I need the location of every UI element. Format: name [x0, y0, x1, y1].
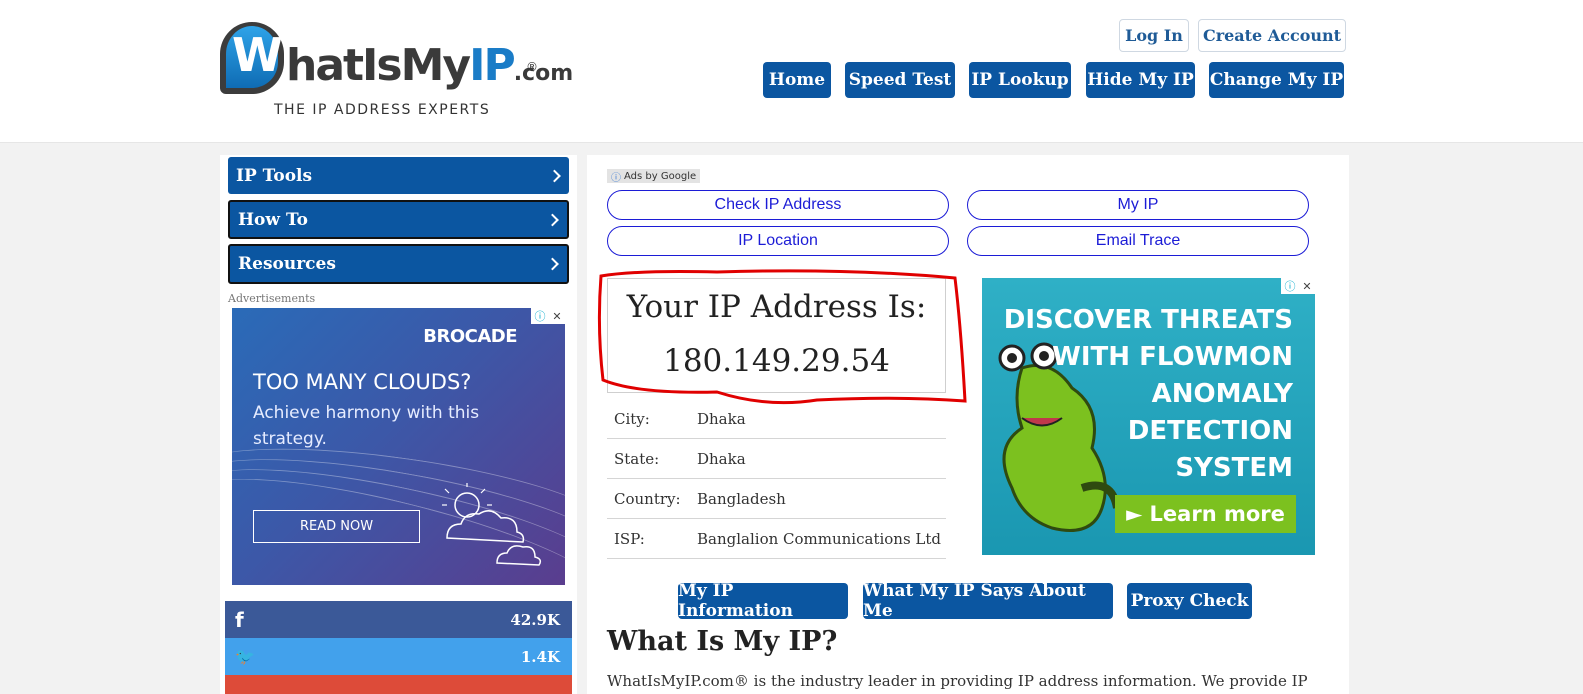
info-icon: ⓘ	[611, 172, 621, 184]
chevron-right-icon	[546, 213, 559, 226]
facebook-share-count: 42.9K	[510, 610, 560, 629]
ad-choices[interactable]: ⓘ ✕	[531, 308, 565, 324]
sun-cloud-icon	[442, 483, 542, 566]
info-row-isp: ISP: Banglalion Communications Ltd	[607, 519, 946, 559]
brocade-ad[interactable]: ⓘ ✕ BROCADE TOO MANY CLOUDS? Achieve har…	[232, 308, 565, 585]
ad-headline: DISCOVER THREATS WITH FLOWMON ANOMALY DE…	[1003, 305, 1293, 483]
info-row-city: City: Dhaka	[607, 399, 946, 439]
info-row-country: Country: Bangladesh	[607, 479, 946, 519]
what-my-ip-says-button[interactable]: What My IP Says About Me	[863, 581, 1113, 621]
ip-address-value[interactable]: 180.149.29.54	[608, 343, 945, 379]
ad-read-now-button[interactable]: READ NOW	[253, 510, 420, 543]
sidebar-item-how-to[interactable]: How To	[228, 200, 569, 239]
section-title: What Is My IP?	[607, 626, 838, 657]
create-account-button[interactable]: Create Account	[1198, 19, 1346, 52]
ad-body: Achieve harmony with this strategy.	[253, 403, 480, 449]
ads-by-google[interactable]: ⓘ Ads by Google	[607, 169, 701, 184]
site-header: W hatIsMyIP.com ® THE IP ADDRESS EXPERTS…	[0, 0, 1583, 143]
my-ip-information-button[interactable]: My IP Information	[678, 581, 848, 621]
nav-speed-test[interactable]: Speed Test	[845, 62, 955, 98]
proxy-check-button[interactable]: Proxy Check	[1127, 583, 1252, 619]
sidebar-item-label: IP Tools	[236, 165, 313, 186]
section-text: WhatIsMyIP.com® is the industry leader i…	[607, 672, 1308, 690]
main-content: ⓘ Ads by Google Check IP Address My IP I…	[587, 155, 1349, 694]
ip-info-table: City: Dhaka State: Dhaka Country: Bangla…	[607, 399, 946, 559]
twitter-share-bar[interactable]: 🐦 1.4K	[225, 638, 572, 675]
facebook-share-bar[interactable]: f 42.9K	[225, 601, 572, 638]
chevron-right-icon	[546, 257, 559, 271]
logo-registered-mark: ®	[526, 60, 538, 74]
sidebar: IP Tools How To Resources Advertisements…	[220, 155, 577, 694]
link-check-ip-address[interactable]: Check IP Address	[607, 190, 949, 220]
nav-ip-lookup[interactable]: IP Lookup	[969, 62, 1071, 98]
ad-info-icon[interactable]: ⓘ	[1284, 278, 1295, 294]
twitter-icon: 🐦	[235, 647, 255, 666]
sidebar-item-label: How To	[238, 209, 308, 230]
nav-home[interactable]: Home	[763, 62, 831, 98]
ad-info-icon[interactable]: ⓘ	[534, 308, 545, 324]
brocade-logo: BROCADE	[423, 326, 517, 347]
link-my-ip[interactable]: My IP	[967, 190, 1309, 220]
chevron-right-icon	[548, 169, 561, 182]
google-share-bar[interactable]	[225, 675, 572, 694]
ad-close-icon[interactable]: ✕	[552, 310, 561, 323]
logo-w-mark: W	[220, 22, 284, 94]
login-button[interactable]: Log In	[1119, 19, 1189, 52]
advertisements-label: Advertisements	[228, 292, 316, 305]
sidebar-item-ip-tools[interactable]: IP Tools	[228, 157, 569, 194]
nav-hide-my-ip[interactable]: Hide My IP	[1086, 62, 1195, 98]
site-logo[interactable]: W hatIsMyIP.com ® THE IP ADDRESS EXPERTS	[220, 18, 573, 123]
ad-choices[interactable]: ⓘ ✕	[1281, 278, 1315, 294]
link-ip-location[interactable]: IP Location	[607, 226, 949, 256]
ad-close-icon[interactable]: ✕	[1302, 280, 1311, 293]
ad-learn-more-button[interactable]: ► Learn more	[1115, 495, 1296, 533]
twitter-share-count: 1.4K	[520, 647, 560, 666]
nav-change-my-ip[interactable]: Change My IP	[1209, 62, 1344, 98]
facebook-icon: f	[235, 607, 244, 632]
sidebar-item-label: Resources	[238, 254, 336, 274]
info-row-state: State: Dhaka	[607, 439, 946, 479]
sidebar-item-resources[interactable]: Resources	[228, 244, 569, 284]
flowmon-ad[interactable]: ⓘ ✕ DISCOVER THREATS WITH FLOWMON ANOMAL…	[982, 278, 1315, 555]
link-email-trace[interactable]: Email Trace	[967, 226, 1309, 256]
ad-headline: TOO MANY CLOUDS?	[253, 370, 472, 394]
ip-address-title: Your IP Address Is:	[626, 289, 927, 325]
ip-address-box: Your IP Address Is: 180.149.29.54	[607, 278, 946, 393]
logo-tagline: THE IP ADDRESS EXPERTS	[274, 102, 491, 118]
